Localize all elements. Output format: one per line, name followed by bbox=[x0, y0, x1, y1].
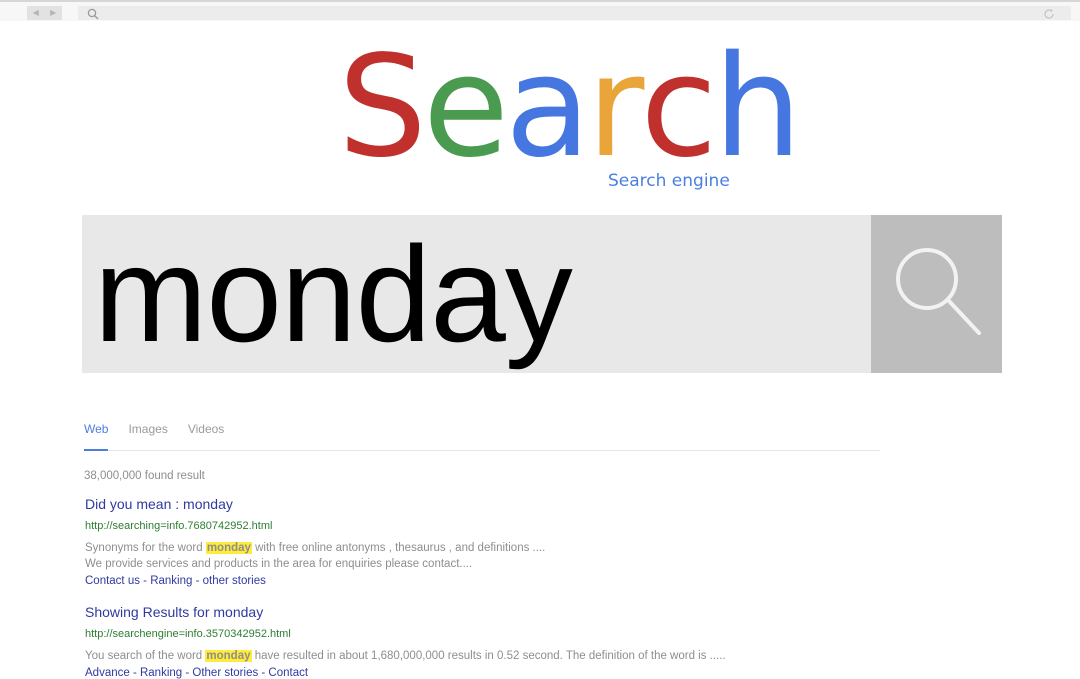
search-icon bbox=[87, 7, 99, 25]
search-icon bbox=[896, 248, 981, 335]
desc-text: You search of the word bbox=[85, 650, 206, 662]
logo-letter: e bbox=[422, 26, 509, 189]
result-title[interactable]: Did you mean : monday bbox=[85, 496, 545, 512]
result-url[interactable]: http://searching=info.7680742952.html bbox=[85, 520, 545, 532]
browser-toolbar: ◀ ▶ bbox=[0, 2, 1080, 21]
tab-web[interactable]: Web bbox=[84, 422, 108, 436]
logo-letter: c bbox=[640, 26, 717, 189]
result-links[interactable]: Contact us - Ranking - other stories bbox=[85, 575, 545, 587]
result-title[interactable]: Showing Results for monday bbox=[85, 604, 726, 620]
tab-images[interactable]: Images bbox=[128, 422, 167, 436]
logo-letter: h bbox=[713, 26, 802, 189]
search-logo: Search bbox=[338, 26, 802, 189]
logo-letter: r bbox=[586, 26, 645, 189]
tabs-divider bbox=[84, 450, 880, 451]
highlighted-term: monday bbox=[205, 650, 252, 662]
forward-icon[interactable]: ▶ bbox=[50, 9, 56, 17]
address-bar[interactable] bbox=[78, 6, 1071, 20]
desc-text: with free online antonyms , thesaurus , … bbox=[251, 542, 546, 554]
result-description: Synonyms for the word monday with free o… bbox=[85, 540, 545, 572]
highlighted-term: monday bbox=[205, 542, 252, 554]
result-item: Did you mean : monday http://searching=i… bbox=[85, 496, 545, 587]
back-icon[interactable]: ◀ bbox=[33, 9, 39, 17]
result-description: You search of the word monday have resul… bbox=[85, 648, 726, 664]
results-count: 38,000,000 found result bbox=[84, 470, 205, 482]
result-item: Showing Results for monday http://search… bbox=[85, 604, 726, 679]
search-input[interactable]: monday bbox=[82, 215, 871, 373]
result-links[interactable]: Advance - Ranking - Other stories - Cont… bbox=[85, 667, 726, 679]
logo-subtitle: Search engine bbox=[608, 171, 730, 191]
logo-letter: S bbox=[338, 26, 427, 189]
search-button[interactable] bbox=[871, 215, 1002, 373]
reload-icon[interactable] bbox=[1043, 7, 1055, 25]
desc-text: have resulted in about 1,680,000,000 res… bbox=[251, 650, 726, 662]
result-tabs: Web Images Videos bbox=[84, 422, 224, 436]
nav-buttons: ◀ ▶ bbox=[27, 6, 62, 20]
desc-text: Synonyms for the word bbox=[85, 542, 206, 554]
tab-videos[interactable]: Videos bbox=[188, 422, 224, 436]
active-tab-indicator bbox=[84, 449, 108, 451]
result-url[interactable]: http://searchengine=info.3570342952.html bbox=[85, 628, 726, 640]
desc-text: We provide services and products in the … bbox=[85, 558, 473, 570]
search-query-text[interactable]: monday bbox=[94, 223, 573, 366]
logo-letter: a bbox=[505, 26, 591, 189]
